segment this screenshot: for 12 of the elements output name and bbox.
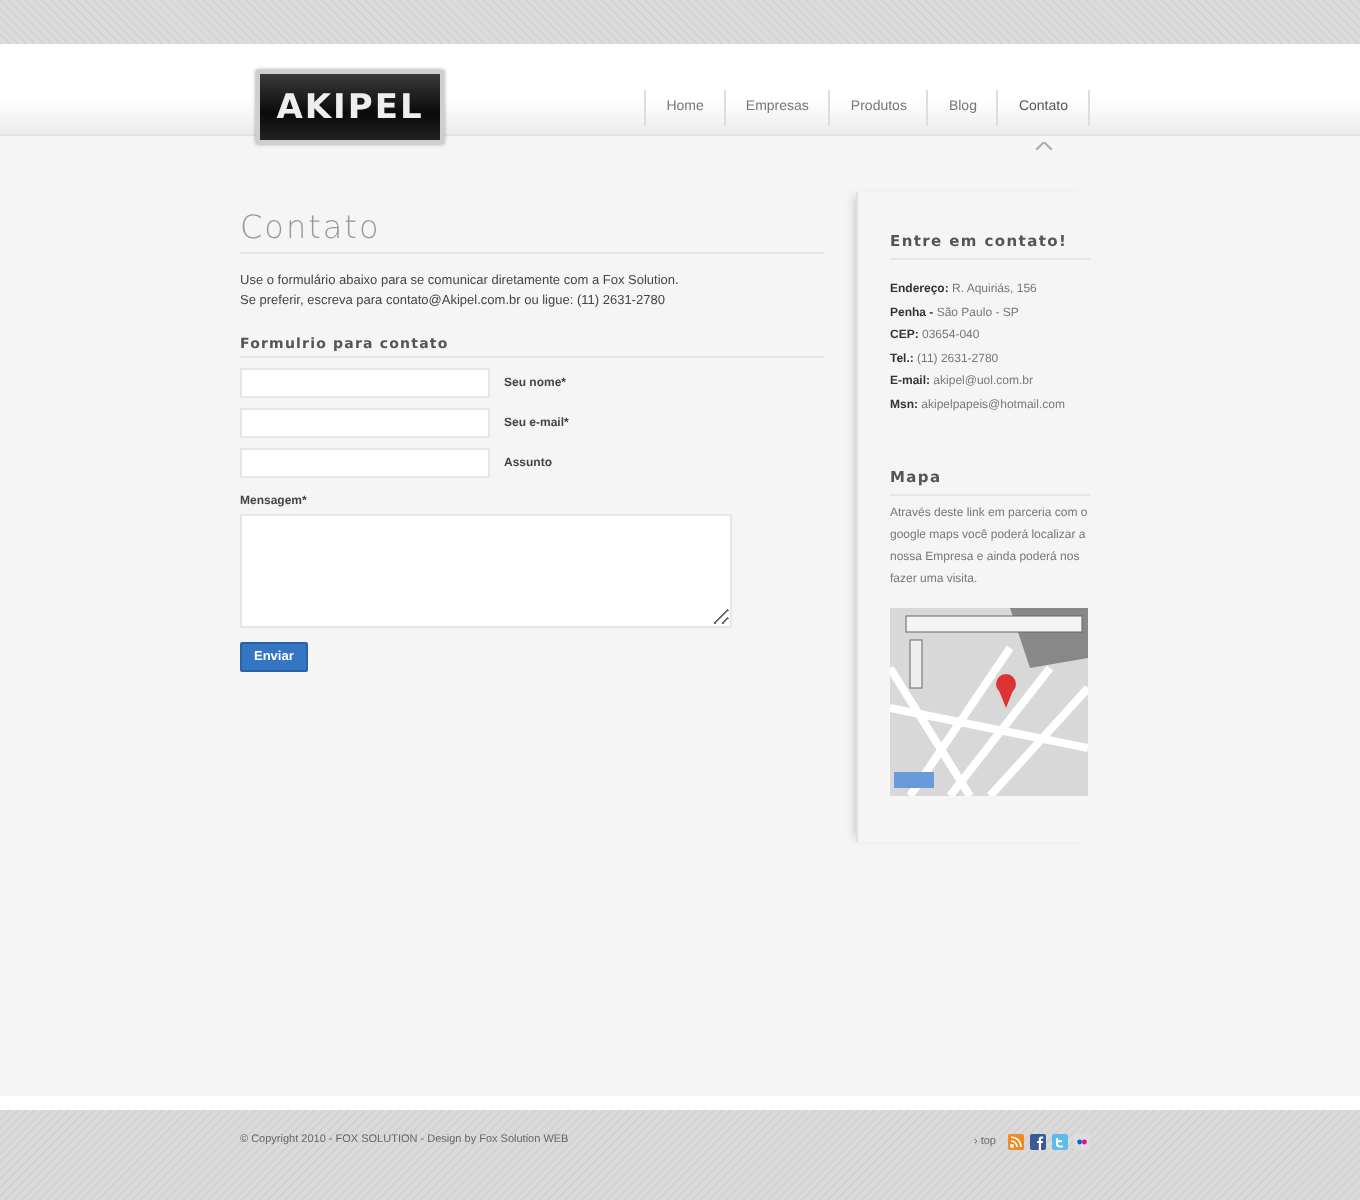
message-field[interactable] bbox=[240, 514, 732, 628]
facebook-icon[interactable] bbox=[1030, 1134, 1046, 1150]
page-title: Contato bbox=[240, 208, 824, 254]
map-drawing[interactable] bbox=[890, 608, 1088, 796]
twitter-icon[interactable] bbox=[1052, 1134, 1068, 1150]
text-field[interactable] bbox=[240, 408, 490, 438]
rss-icon[interactable] bbox=[1008, 1134, 1024, 1150]
caret-icon bbox=[1035, 142, 1052, 150]
text-field[interactable] bbox=[240, 448, 490, 478]
logo[interactable]: AKIPEL bbox=[256, 70, 444, 144]
flickr-icon[interactable] bbox=[1074, 1134, 1090, 1150]
text-field[interactable] bbox=[240, 368, 490, 398]
